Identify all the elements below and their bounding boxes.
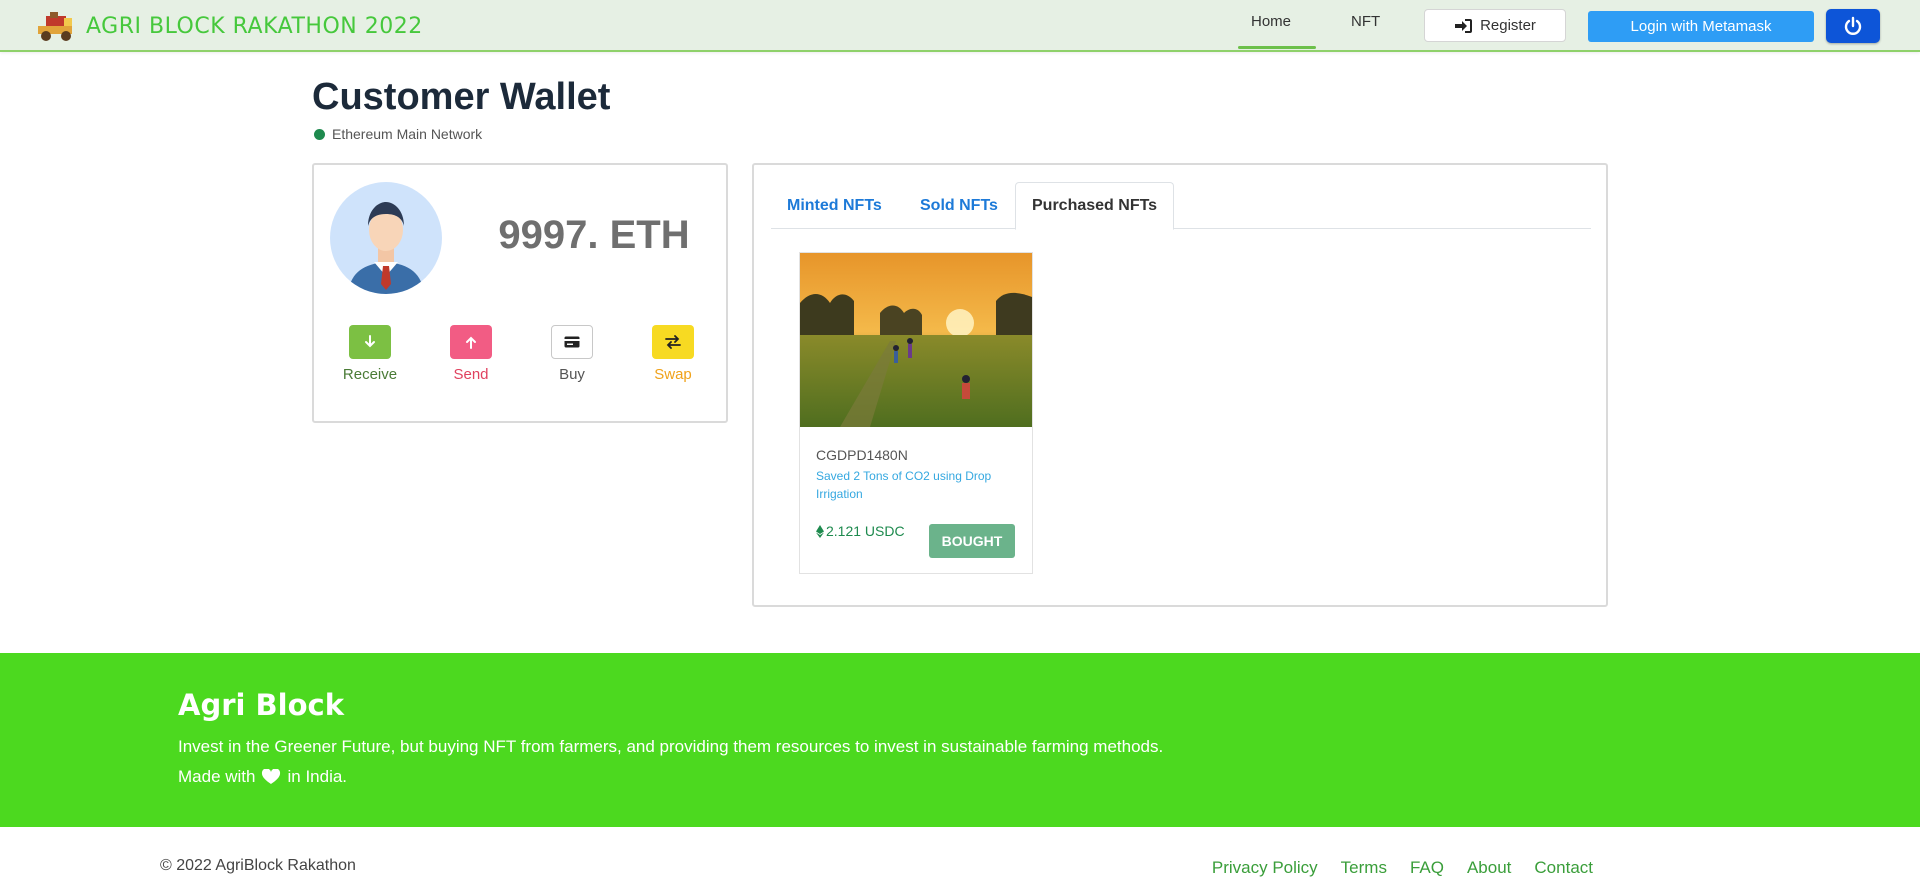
page-title: Customer Wallet bbox=[312, 76, 611, 118]
footer-link-contact[interactable]: Contact bbox=[1534, 858, 1593, 878]
receive-action[interactable]: Receive bbox=[330, 325, 410, 383]
register-button[interactable]: Register bbox=[1424, 9, 1566, 42]
send-action[interactable]: Send bbox=[431, 325, 511, 383]
footer-link-terms[interactable]: Terms bbox=[1341, 858, 1387, 878]
wallet-card: 9997. ETH Receive Send Buy Swap bbox=[312, 163, 728, 423]
send-label: Send bbox=[453, 366, 489, 383]
footer-bottom-bar: © 2022 AgriBlock Rakathon Privacy Policy… bbox=[0, 827, 1920, 883]
avatar bbox=[330, 182, 442, 294]
footer: Agri Block Invest in the Greener Future,… bbox=[0, 653, 1920, 827]
swap-action[interactable]: Swap bbox=[633, 325, 713, 383]
nft-image bbox=[800, 253, 1032, 427]
login-metamask-button[interactable]: Login with Metamask bbox=[1588, 11, 1814, 42]
footer-title: Agri Block bbox=[178, 688, 344, 722]
footer-made-with: Made with in India. bbox=[178, 767, 347, 787]
footer-link-about[interactable]: About bbox=[1467, 858, 1511, 878]
made-with-suffix: in India. bbox=[287, 767, 348, 786]
tab-sold-nfts[interactable]: Sold NFTs bbox=[904, 182, 1014, 229]
heart-icon bbox=[262, 769, 281, 784]
user-avatar-icon bbox=[348, 202, 424, 294]
nft-price: 2.121 USDC bbox=[816, 523, 905, 539]
footer-description: Invest in the Greener Future, but buying… bbox=[178, 737, 1164, 756]
nft-code: CGDPD1480N bbox=[816, 447, 908, 463]
buy-action[interactable]: Buy bbox=[532, 325, 612, 383]
active-nav-indicator bbox=[1238, 46, 1316, 49]
nav-home[interactable]: Home bbox=[1251, 13, 1291, 30]
receive-button[interactable] bbox=[349, 325, 391, 359]
receive-label: Receive bbox=[342, 366, 398, 383]
buy-button[interactable] bbox=[551, 325, 593, 359]
network-status-dot bbox=[314, 128, 325, 140]
send-button[interactable] bbox=[450, 325, 492, 359]
register-label: Register bbox=[1480, 17, 1536, 34]
network-name: Ethereum Main Network bbox=[332, 126, 483, 142]
power-icon bbox=[1844, 16, 1862, 35]
nav-nft[interactable]: NFT bbox=[1351, 13, 1380, 30]
arrow-up-icon bbox=[466, 336, 476, 349]
footer-link-privacy[interactable]: Privacy Policy bbox=[1212, 858, 1318, 878]
footer-link-faq[interactable]: FAQ bbox=[1410, 858, 1444, 878]
copyright: © 2022 AgriBlock Rakathon bbox=[160, 857, 356, 874]
top-navbar: AGRI BLOCK RAKATHON 2022 Home NFT Regist… bbox=[0, 0, 1920, 52]
power-button[interactable] bbox=[1826, 9, 1880, 43]
nft-panel: Minted NFTs Sold NFTs Purchased NFTs CGD… bbox=[752, 163, 1608, 607]
nft-description: Saved 2 Tons of CO2 using Drop Irrigatio… bbox=[816, 469, 992, 501]
tab-purchased-nfts[interactable]: Purchased NFTs bbox=[1015, 182, 1175, 230]
brand[interactable]: AGRI BLOCK RAKATHON 2022 bbox=[34, 10, 423, 42]
brand-name: AGRI BLOCK RAKATHON 2022 bbox=[86, 13, 423, 39]
swap-label: Swap bbox=[654, 366, 692, 383]
tab-minted-nfts[interactable]: Minted NFTs bbox=[771, 182, 898, 229]
nft-tabs: Minted NFTs Sold NFTs Purchased NFTs bbox=[771, 182, 1591, 230]
swap-button[interactable] bbox=[652, 325, 694, 359]
made-with-prefix: Made with bbox=[178, 767, 256, 786]
metamask-label: Login with Metamask bbox=[1630, 18, 1772, 35]
wallet-balance: 9997. ETH bbox=[498, 213, 690, 257]
tractor-logo-icon bbox=[38, 12, 72, 41]
arrow-down-icon bbox=[365, 335, 375, 348]
nft-card[interactable]: CGDPD1480N Saved 2 Tons of CO2 using Dro… bbox=[799, 252, 1033, 574]
ethereum-icon bbox=[816, 524, 824, 538]
footer-links: Privacy Policy Terms FAQ About Contact bbox=[1212, 858, 1593, 878]
nft-price-value: 2.121 USDC bbox=[826, 523, 905, 539]
buy-label: Buy bbox=[559, 366, 585, 383]
credit-card-icon bbox=[564, 336, 580, 348]
bought-button[interactable]: BOUGHT bbox=[929, 524, 1015, 558]
network-status: Ethereum Main Network bbox=[314, 126, 482, 142]
sign-in-icon bbox=[1455, 18, 1473, 33]
swap-arrows-icon bbox=[665, 335, 681, 349]
